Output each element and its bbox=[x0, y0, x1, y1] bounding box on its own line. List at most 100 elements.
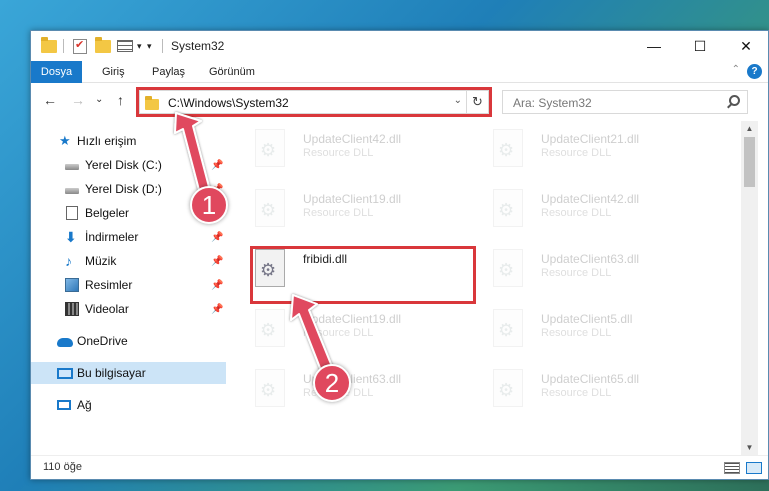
dll-file-icon bbox=[493, 369, 523, 407]
dll-file-icon bbox=[493, 249, 523, 287]
sidebar-item-label: Müzik bbox=[85, 254, 117, 268]
forward-button[interactable]: → bbox=[71, 92, 85, 108]
file-type: Resource DLL bbox=[303, 327, 374, 339]
sidebar-item-network[interactable]: Ağ bbox=[31, 394, 226, 416]
recent-locations-button[interactable]: ⌄ bbox=[95, 94, 103, 105]
large-icons-view-button[interactable] bbox=[746, 462, 762, 474]
ribbon-tabs: Dosya Giriş Paylaş Görünüm ⌃ ? bbox=[31, 61, 768, 83]
sidebar-item-this-pc[interactable]: Bu bilgisayar bbox=[31, 362, 226, 384]
file-type: Resource DLL bbox=[541, 327, 612, 339]
dll-file-icon bbox=[255, 189, 285, 227]
customize-toolbar-icon[interactable]: ▾ bbox=[147, 37, 152, 55]
details-view-button[interactable] bbox=[724, 462, 740, 474]
scroll-up-button[interactable]: ▲ bbox=[741, 121, 758, 136]
help-icon[interactable]: ? bbox=[747, 64, 762, 79]
disk-icon bbox=[65, 164, 79, 170]
file-type: Resource DLL bbox=[303, 147, 374, 159]
cloud-icon bbox=[57, 338, 73, 347]
ribbon-expand-icon[interactable]: ⌃ bbox=[732, 64, 740, 75]
new-folder-icon[interactable] bbox=[95, 36, 111, 55]
tab-file[interactable]: Dosya bbox=[31, 61, 82, 83]
file-item[interactable]: UpdateClient5.dll Resource DLL bbox=[491, 305, 721, 359]
dll-file-icon bbox=[493, 189, 523, 227]
sidebar-item-quick-access[interactable]: ★ Hızlı erişim bbox=[31, 130, 226, 152]
scroll-thumb[interactable] bbox=[744, 137, 755, 187]
maximize-button[interactable]: ☐ bbox=[677, 31, 723, 61]
window-title: System32 bbox=[171, 39, 225, 53]
file-name: UpdateClient42.dll bbox=[303, 132, 402, 146]
chevron-down-icon[interactable]: ▾ bbox=[137, 37, 142, 55]
file-item[interactable]: UpdateClient63.dll Resource DLL bbox=[491, 245, 721, 299]
file-highlight-box bbox=[250, 246, 476, 304]
sidebar-item-label: Belgeler bbox=[85, 206, 130, 220]
folder-icon bbox=[41, 36, 57, 55]
sidebar-item-label: OneDrive bbox=[77, 334, 128, 348]
properties-icon[interactable] bbox=[73, 37, 87, 55]
vertical-scrollbar[interactable]: ▲ ▼ bbox=[741, 121, 758, 455]
sidebar-item-label: İndirmeler bbox=[85, 230, 139, 244]
video-icon bbox=[65, 302, 79, 316]
dll-file-icon bbox=[255, 369, 285, 407]
status-bar: 110 öğe bbox=[31, 455, 768, 479]
sidebar-item-label: Videolar bbox=[85, 302, 129, 316]
title-bar: ▾ ▾ System32 — ☐ ✕ bbox=[31, 31, 768, 61]
close-button[interactable]: ✕ bbox=[723, 31, 769, 61]
step-1-badge: 1 bbox=[190, 186, 228, 224]
pictures-icon bbox=[65, 278, 79, 292]
file-name: UpdateClient42.dll bbox=[541, 192, 640, 206]
tab-share[interactable]: Paylaş bbox=[152, 61, 185, 83]
sidebar-item-videos[interactable]: Videolar 📌 bbox=[31, 298, 226, 320]
file-item[interactable]: UpdateClient19.dll Resource DLL bbox=[253, 305, 483, 359]
file-list: UpdateClient42.dll Resource DLL UpdateCl… bbox=[227, 121, 741, 455]
address-highlight-box bbox=[136, 87, 492, 117]
sidebar-item-local-disk-c[interactable]: Yerel Disk (C:) 📌 bbox=[31, 154, 226, 176]
file-type: Resource DLL bbox=[303, 207, 374, 219]
dll-file-icon bbox=[255, 309, 285, 347]
pin-icon: 📌 bbox=[211, 255, 224, 267]
file-name: UpdateClient19.dll bbox=[303, 312, 402, 326]
computer-icon bbox=[57, 367, 73, 379]
sidebar-item-pictures[interactable]: Resimler 📌 bbox=[31, 274, 226, 296]
file-name: UpdateClient63.dll bbox=[541, 252, 640, 266]
search-box[interactable]: Ara: System32 bbox=[502, 90, 748, 114]
minimize-button[interactable]: — bbox=[631, 31, 677, 61]
step-2-badge: 2 bbox=[313, 364, 351, 402]
tab-view[interactable]: Görünüm bbox=[209, 61, 255, 83]
pin-icon: 📌 bbox=[211, 303, 224, 315]
sidebar-item-label: Yerel Disk (D:) bbox=[85, 182, 162, 196]
file-item[interactable]: UpdateClient63.dll Resource DLL bbox=[253, 365, 483, 419]
sidebar-item-onedrive[interactable]: OneDrive bbox=[31, 330, 226, 352]
download-icon: ⬇ bbox=[65, 229, 77, 245]
search-icon[interactable] bbox=[729, 95, 740, 106]
file-item[interactable]: UpdateClient19.dll Resource DLL bbox=[253, 185, 483, 239]
file-item[interactable]: UpdateClient42.dll Resource DLL bbox=[253, 125, 483, 179]
item-count: 110 öğe bbox=[43, 461, 82, 473]
separator bbox=[63, 39, 64, 53]
dll-file-icon bbox=[493, 309, 523, 347]
separator bbox=[162, 39, 163, 53]
file-name: UpdateClient21.dll bbox=[541, 132, 640, 146]
file-name: UpdateClient19.dll bbox=[303, 192, 402, 206]
file-type: Resource DLL bbox=[541, 387, 612, 399]
star-icon: ★ bbox=[59, 133, 71, 148]
network-icon bbox=[57, 400, 71, 410]
pin-icon: 📌 bbox=[211, 159, 224, 171]
sidebar-item-music[interactable]: ♪ Müzik 📌 bbox=[31, 250, 226, 272]
music-icon: ♪ bbox=[65, 253, 72, 269]
sidebar-item-label: Yerel Disk (C:) bbox=[85, 158, 162, 172]
file-item[interactable]: UpdateClient21.dll Resource DLL bbox=[491, 125, 721, 179]
file-item[interactable]: UpdateClient42.dll Resource DLL bbox=[491, 185, 721, 239]
disk-icon bbox=[65, 188, 79, 194]
tab-home[interactable]: Giriş bbox=[102, 61, 125, 83]
view-icon[interactable] bbox=[117, 37, 133, 55]
file-item[interactable]: UpdateClient65.dll Resource DLL bbox=[491, 365, 721, 419]
document-icon bbox=[66, 206, 78, 220]
back-button[interactable]: ← bbox=[43, 92, 57, 108]
sidebar-item-downloads[interactable]: ⬇ İndirmeler 📌 bbox=[31, 226, 226, 248]
sidebar-item-label: Bu bilgisayar bbox=[77, 366, 146, 380]
scroll-down-button[interactable]: ▼ bbox=[741, 440, 758, 455]
sidebar-item-label: Resimler bbox=[85, 278, 133, 292]
search-placeholder[interactable]: Ara: System32 bbox=[513, 96, 592, 110]
sidebar-item-label: Ağ bbox=[77, 398, 92, 412]
up-button[interactable]: ↑ bbox=[117, 92, 124, 108]
